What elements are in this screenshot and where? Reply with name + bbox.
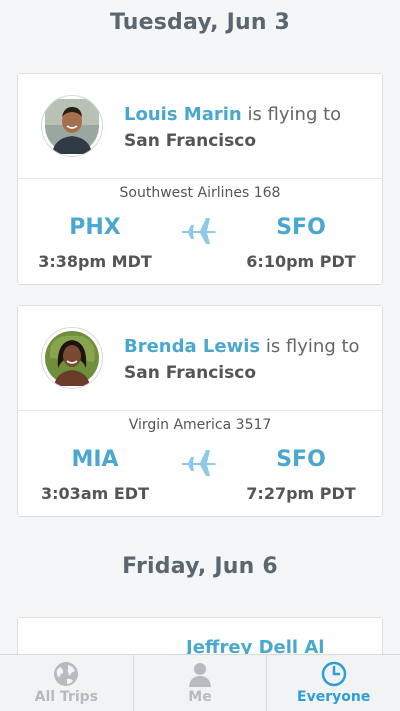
tab-label: Everyone xyxy=(297,689,371,705)
airplane-icon xyxy=(182,450,216,476)
arrival-code: SFO xyxy=(276,215,326,240)
traveler-name[interactable]: Brenda Lewis xyxy=(124,336,260,357)
tab-me[interactable]: Me xyxy=(134,655,268,711)
tab-bar: All Trips Me Everyone xyxy=(0,654,400,711)
destination: San Francisco xyxy=(124,363,256,383)
avatar[interactable] xyxy=(41,95,103,157)
globe-icon xyxy=(54,662,79,686)
avatar[interactable] xyxy=(41,327,103,389)
departure-time: 3:03am EDT xyxy=(41,484,149,503)
arrival-code: SFO xyxy=(276,447,326,472)
arrival-time: 7:27pm PDT xyxy=(246,484,356,503)
airline-flight: Virgin America 3517 xyxy=(128,417,272,433)
tab-label: Me xyxy=(188,689,212,705)
date-header: Friday, Jun 6 xyxy=(122,554,278,579)
tab-label: All Trips xyxy=(34,689,99,705)
trip-verb: is flying to xyxy=(260,336,360,357)
arrival-time: 6:10pm PDT xyxy=(246,252,356,271)
date-header: Tuesday, Jun 3 xyxy=(109,10,291,35)
clock-icon xyxy=(321,661,346,687)
person-icon xyxy=(189,663,211,687)
trip-verb: is flying to xyxy=(241,104,342,125)
traveler-name[interactable]: Louis Marin xyxy=(124,104,242,125)
tab-everyone[interactable]: Everyone xyxy=(267,655,400,711)
destination: San Francisco xyxy=(124,131,256,151)
airplane-icon xyxy=(182,218,216,244)
trip-card[interactable]: Brenda Lewis is flying to San Francisco … xyxy=(17,305,383,517)
departure-code: MIA xyxy=(71,447,119,472)
trip-card[interactable]: Louis Marin is flying to San Francisco S… xyxy=(17,73,383,285)
airline-flight: Southwest Airlines 168 xyxy=(119,185,281,201)
tab-all-trips[interactable]: All Trips xyxy=(0,655,134,711)
departure-time: 3:38pm MDT xyxy=(38,252,152,271)
departure-code: PHX xyxy=(69,215,121,240)
